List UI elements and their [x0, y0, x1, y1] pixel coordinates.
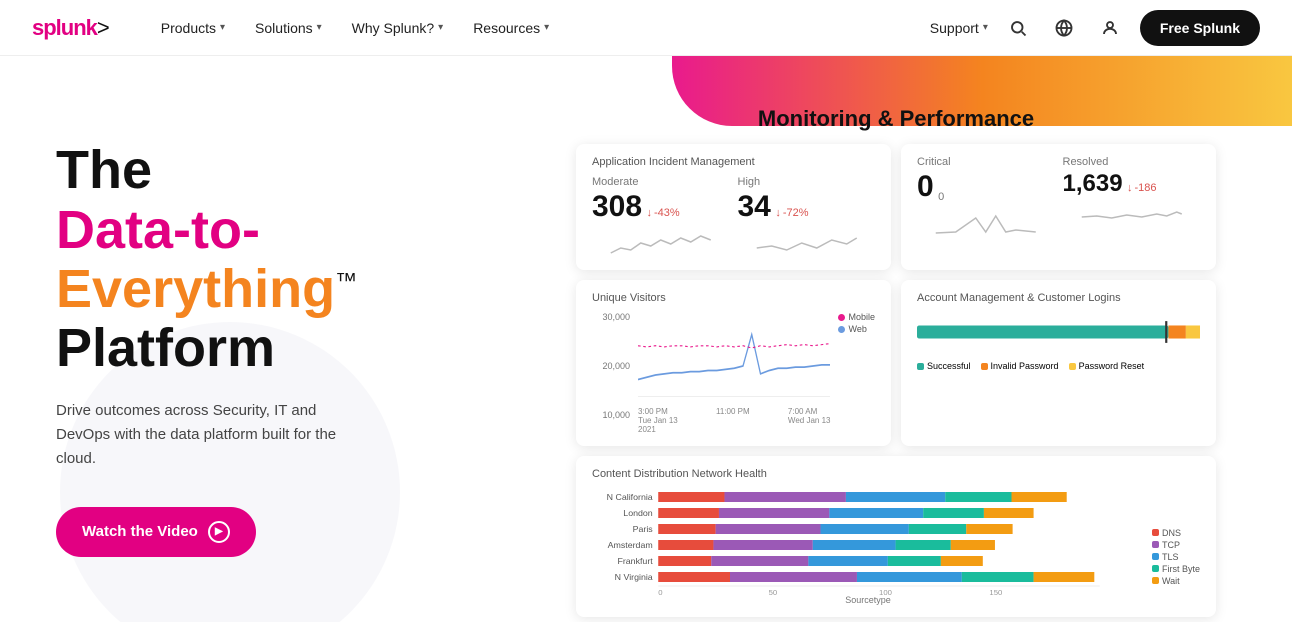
- svg-text:80: 80: [1143, 351, 1151, 352]
- successful-legend: [917, 363, 924, 370]
- svg-text:Frankfurt: Frankfurt: [617, 556, 653, 565]
- chevron-down-icon: ▾: [983, 22, 988, 33]
- svg-text:N California: N California: [607, 492, 653, 501]
- moderate-metric: Moderate 308 ↓ -43%: [592, 176, 730, 258]
- user-icon[interactable]: [1094, 12, 1126, 44]
- visitors-legend: Mobile Web: [838, 312, 875, 434]
- dns-legend: [1152, 529, 1159, 536]
- nav-products[interactable]: Products ▾: [149, 14, 237, 42]
- nav-solutions[interactable]: Solutions ▾: [243, 14, 334, 42]
- visitors-chart-wrap: 30,000 20,000 10,000: [592, 312, 875, 434]
- resolved-sparkline: [1063, 202, 1201, 232]
- support-link[interactable]: Support ▾: [930, 20, 988, 36]
- critical-metric: Critical 0 0: [917, 156, 1055, 238]
- svg-text:Amsterdam: Amsterdam: [608, 540, 653, 549]
- tcp-legend: [1152, 541, 1159, 548]
- svg-text:150: 150: [989, 588, 1002, 597]
- visitors-y-axis: 30,000 20,000 10,000: [592, 312, 630, 434]
- chevron-down-icon: ▾: [317, 22, 322, 33]
- critical-sparkline: [917, 208, 1055, 238]
- dashboard: Monitoring & Performance Application Inc…: [576, 106, 1216, 617]
- globe-icon[interactable]: [1048, 12, 1080, 44]
- wait-legend: [1152, 577, 1159, 584]
- visitors-title: Unique Visitors: [592, 292, 875, 304]
- web-legend-dot: [838, 326, 845, 333]
- hero-title-highlight: Data-to-: [56, 200, 260, 260]
- reset-legend: [1069, 363, 1076, 370]
- svg-text:London: London: [623, 508, 653, 517]
- play-icon: ▶: [208, 521, 230, 543]
- incident-metrics: Moderate 308 ↓ -43%: [592, 176, 875, 258]
- hero-title-orange: Everything: [56, 259, 335, 319]
- search-icon[interactable]: [1002, 12, 1034, 44]
- svg-text:20: 20: [974, 351, 982, 352]
- account-title: Account Management & Customer Logins: [917, 292, 1200, 304]
- logo-arrow: >: [97, 15, 109, 40]
- right-top-metrics: Critical 0 0 Re: [917, 156, 1200, 238]
- logo[interactable]: splunk>: [32, 15, 109, 41]
- watch-video-button[interactable]: Watch the Video ▶: [56, 507, 256, 557]
- hero-section: The Data-to-Everything™ Platform Drive o…: [0, 56, 1292, 622]
- account-chart: 89.00% 0 20 40 60 80 100 Su: [917, 312, 1200, 371]
- cdn-chart-wrap: N California London Paris Amsterdam Fran…: [592, 488, 1200, 605]
- hero-dashboard: Monitoring & Performance Application Inc…: [520, 56, 1292, 622]
- mobile-legend-dot: [838, 314, 845, 321]
- incident-card: Application Incident Management Moderate…: [576, 144, 891, 270]
- visitors-card: Unique Visitors 30,000 20,000 10,000: [576, 280, 891, 446]
- critical-resolved-card: Critical 0 0 Re: [901, 144, 1216, 270]
- resolved-metric: Resolved 1,639 ↓ -186: [1063, 156, 1201, 238]
- first-byte-legend: [1152, 565, 1159, 572]
- nav-why-splunk[interactable]: Why Splunk? ▾: [340, 14, 456, 42]
- free-splunk-button[interactable]: Free Splunk: [1140, 10, 1260, 46]
- logo-text: splunk: [32, 15, 97, 40]
- account-card: Account Management & Customer Logins: [901, 280, 1216, 446]
- chevron-down-icon: ▾: [438, 22, 443, 33]
- nav-links: Products ▾ Solutions ▾ Why Splunk? ▾ Res…: [149, 14, 930, 42]
- cdn-legend: DNS TCP TLS: [1152, 488, 1200, 605]
- chevron-down-icon: ▾: [220, 22, 225, 33]
- tls-legend: [1152, 553, 1159, 560]
- cdn-card: Content Distribution Network Health N Ca…: [576, 456, 1216, 617]
- svg-text:40: 40: [1030, 351, 1038, 352]
- account-legend: Successful Invalid Password Password Res…: [917, 361, 1200, 371]
- visitors-chart-area: 3:00 PMTue Jan 132021 11:00 PM 7:00 AMWe…: [638, 312, 830, 434]
- svg-text:N Virginia: N Virginia: [615, 572, 653, 581]
- nav-resources[interactable]: Resources ▾: [461, 14, 561, 42]
- svg-text:100: 100: [1195, 351, 1200, 352]
- svg-text:Paris: Paris: [633, 524, 653, 533]
- high-metric: High 34 ↓ -72%: [738, 176, 876, 258]
- dashboard-grid: Application Incident Management Moderate…: [576, 144, 1216, 617]
- visitors-x-axis: 3:00 PMTue Jan 132021 11:00 PM 7:00 AMWe…: [638, 407, 830, 434]
- dashboard-title: Monitoring & Performance: [576, 106, 1216, 132]
- hero-subtitle: Drive outcomes across Security, IT and D…: [56, 399, 356, 471]
- svg-text:0: 0: [917, 351, 921, 352]
- svg-text:50: 50: [769, 588, 778, 597]
- hero-content: The Data-to-Everything™ Platform Drive o…: [0, 56, 520, 622]
- incident-card-title: Application Incident Management: [592, 156, 875, 168]
- nav-actions: Support ▾ Free Splunk: [930, 10, 1260, 46]
- chevron-down-icon: ▾: [544, 22, 549, 33]
- moderate-sparkline: [592, 228, 730, 258]
- hero-title: The Data-to-Everything™ Platform: [56, 141, 488, 379]
- cdn-chart-area: N California London Paris Amsterdam Fran…: [592, 488, 1144, 605]
- navigation: splunk> Products ▾ Solutions ▾ Why Splun…: [0, 0, 1292, 56]
- svg-text:60: 60: [1087, 351, 1095, 352]
- high-sparkline: [738, 228, 876, 258]
- cdn-title: Content Distribution Network Health: [592, 468, 1200, 480]
- invalid-legend: [981, 363, 988, 370]
- svg-text:0: 0: [658, 588, 662, 597]
